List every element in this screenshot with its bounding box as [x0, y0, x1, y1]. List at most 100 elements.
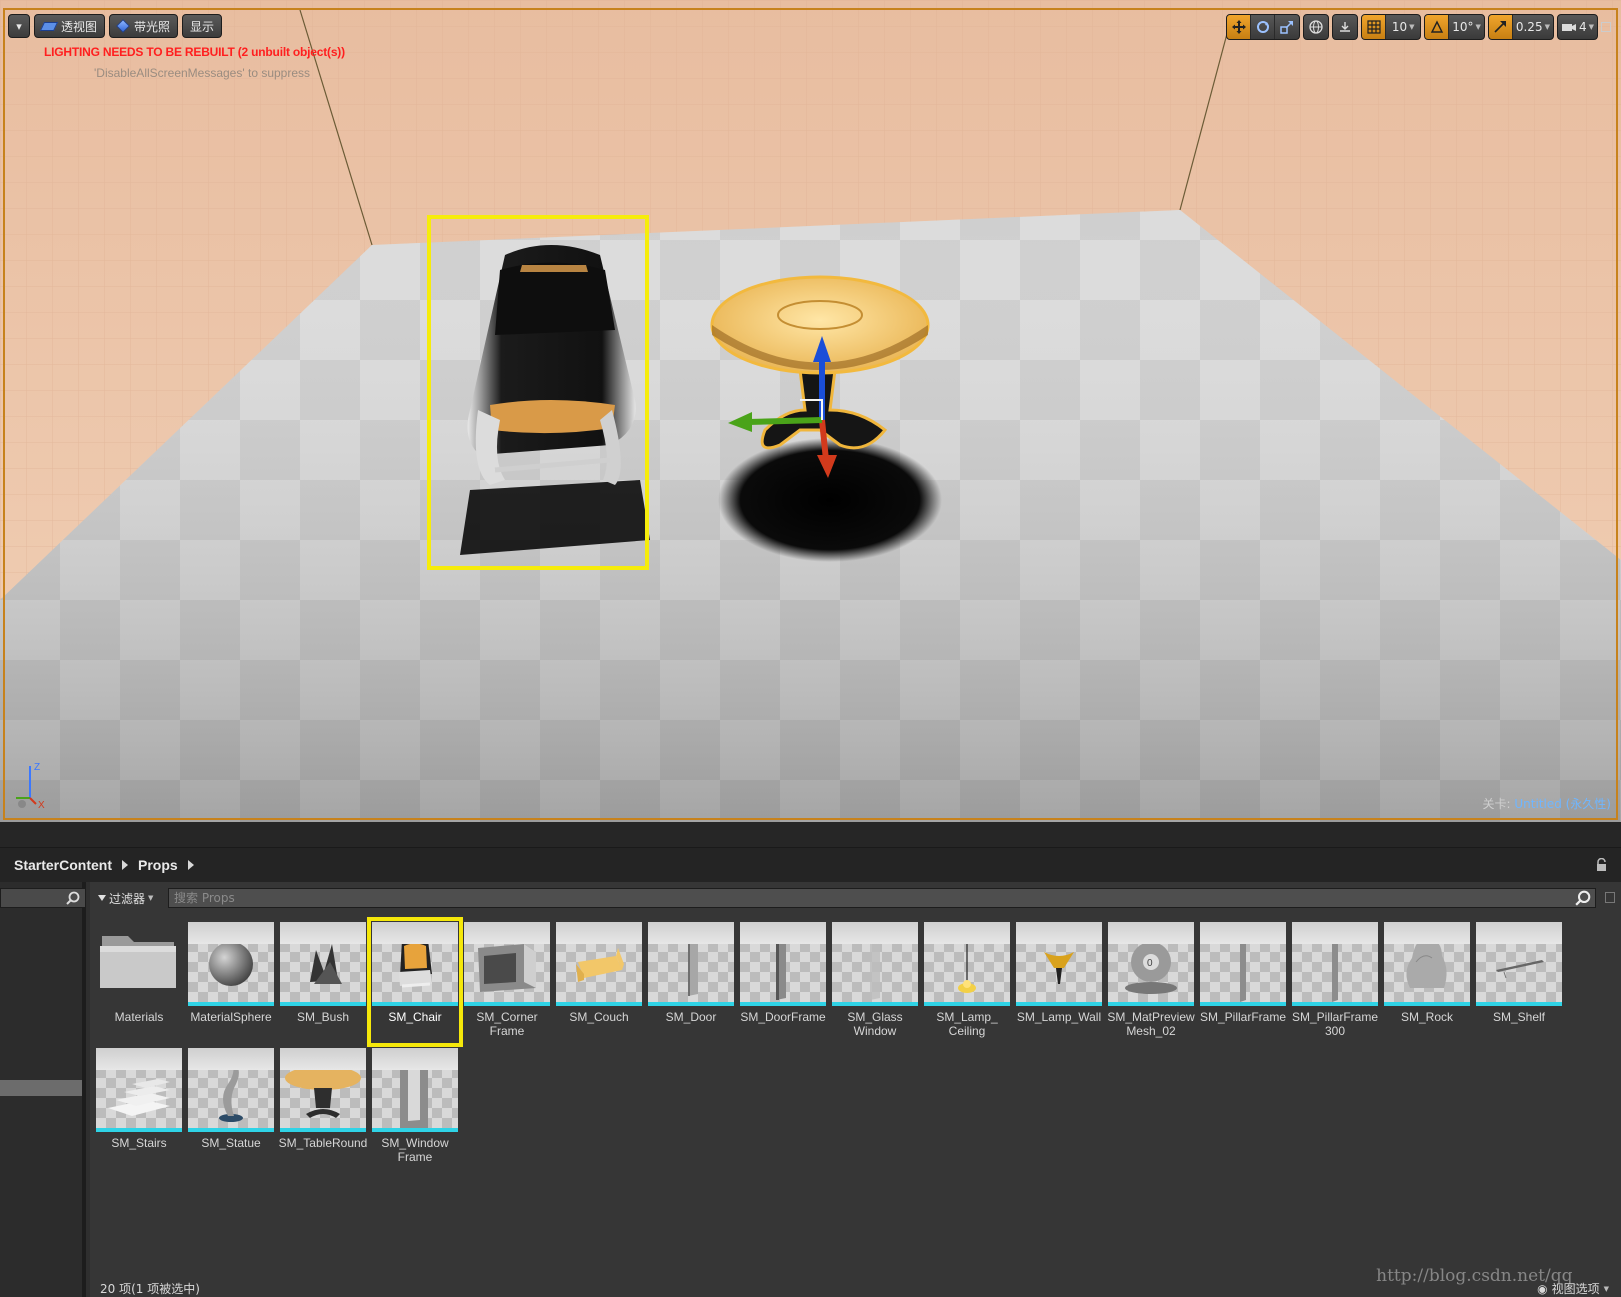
asset-type-color-bar	[924, 1002, 1010, 1006]
content-browser: StarterContent Props 过滤器 ▼ 搜索 Props Mate…	[0, 822, 1621, 1297]
scale-snap-group: 0.25 ▼	[1487, 14, 1554, 40]
asset-name-label: SM_Bush	[296, 1010, 350, 1024]
chevron-down-icon: ▼	[1409, 23, 1415, 31]
asset-tile[interactable]: SM_PillarFrame 300	[1292, 922, 1378, 1046]
viewport-scene[interactable]	[0, 0, 1621, 822]
asset-thumbnail	[1292, 922, 1378, 1006]
asset-tile[interactable]: SM_Shelf	[1476, 922, 1562, 1046]
lighting-warning: LIGHTING NEEDS TO BE REBUILT (2 unbuilt …	[44, 45, 345, 59]
chevron-down-icon: ▼	[148, 894, 154, 902]
asset-name-label: SM_Shelf	[1492, 1010, 1546, 1024]
maximize-viewport-icon[interactable]	[1601, 22, 1611, 32]
asset-tile[interactable]: SM_Statue	[188, 1048, 274, 1172]
rotation-snap-value-dropdown[interactable]: 10° ▼	[1449, 15, 1484, 39]
scale-mode-button[interactable]	[1275, 15, 1299, 39]
asset-type-color-bar	[96, 1128, 182, 1132]
asset-name-label: SM_Lamp_Wall	[1016, 1010, 1102, 1024]
grid-snap-value-dropdown[interactable]: 10 ▼	[1386, 15, 1420, 39]
asset-tile[interactable]: SM_Chair	[367, 917, 463, 1047]
asset-type-color-bar	[372, 1002, 458, 1006]
asset-tile[interactable]: 0 SM_MatPreview Mesh_02	[1107, 922, 1195, 1046]
asset-search-input[interactable]: 搜索 Props	[168, 888, 1596, 908]
breadcrumb-item-startercontent[interactable]: StarterContent	[14, 857, 112, 873]
asset-tile[interactable]: SM_Glass Window	[832, 922, 918, 1046]
asset-name-label: SM_TableRound	[278, 1136, 368, 1150]
world-coordinates-button[interactable]	[1304, 15, 1328, 39]
chevron-down-icon: ▼	[1475, 23, 1481, 31]
folder-search-input[interactable]	[0, 888, 86, 908]
lit-cube-icon	[116, 19, 130, 33]
chevron-down-icon: ▼	[1588, 23, 1594, 31]
asset-name-label: SM_PillarFrame	[1199, 1010, 1286, 1024]
breadcrumb-item-props[interactable]: Props	[138, 857, 178, 873]
surface-snap-group	[1332, 14, 1359, 40]
viewport-toolbar-left: ▾ 透视图 带光照 显示	[8, 14, 223, 38]
asset-name-label: SM_MatPreview Mesh_02	[1107, 1010, 1195, 1038]
asset-type-color-bar	[1200, 1002, 1286, 1006]
perspective-label: 透视图	[61, 19, 98, 34]
show-button[interactable]: 显示	[182, 14, 223, 38]
asset-type-color-bar	[832, 1002, 918, 1006]
filter-button[interactable]: 过滤器 ▼	[98, 888, 153, 908]
rotate-icon	[1256, 21, 1269, 33]
folder-tile[interactable]: Materials	[96, 922, 182, 1046]
lit-mode-label: 带光照	[134, 19, 171, 34]
asset-tile[interactable]: SM_Lamp_Wall	[1016, 922, 1102, 1046]
save-search-icon[interactable]	[1605, 892, 1615, 903]
scale-snap-value-dropdown[interactable]: 0.25 ▼	[1513, 15, 1553, 39]
lock-icon[interactable]	[1596, 858, 1607, 872]
camera-speed-value: 4	[1578, 20, 1587, 34]
asset-tile[interactable]: SM_Bush	[280, 922, 366, 1046]
camera-speed-dropdown[interactable]: 4 ▼	[1558, 15, 1597, 39]
translate-mode-button[interactable]	[1227, 15, 1252, 39]
asset-tile[interactable]: SM_Lamp_ Ceiling	[924, 922, 1010, 1046]
asset-tile[interactable]: SM_Corner Frame	[464, 922, 550, 1046]
breadcrumb-arrow-icon[interactable]	[122, 860, 129, 870]
asset-tile[interactable]: SM_Stairs	[96, 1048, 182, 1172]
asset-tile[interactable]: SM_Rock	[1384, 922, 1470, 1046]
rotation-snap-toggle[interactable]	[1425, 15, 1450, 39]
level-viewport[interactable]: ▾ 透视图 带光照 显示 10 ▼ 10° ▼ 0.25 ▼ 4 ▼ LIGHT…	[0, 0, 1621, 822]
asset-thumbnail	[280, 1048, 366, 1132]
asset-type-color-bar	[188, 1128, 274, 1132]
content-browser-tab-strip	[0, 822, 1621, 848]
asset-type-color-bar	[280, 1128, 366, 1132]
rotation-snap-value: 10°	[1452, 20, 1474, 34]
asset-thumbnail	[556, 922, 642, 1006]
axis-x-label: X	[38, 800, 45, 810]
search-icon	[66, 891, 80, 905]
asset-tile[interactable]: SM_Couch	[556, 922, 642, 1046]
lit-mode-button[interactable]: 带光照	[109, 14, 179, 38]
asset-thumbnail	[1016, 922, 1102, 1006]
breadcrumb-arrow-icon[interactable]	[187, 860, 194, 870]
asset-tile[interactable]: MaterialSphere	[188, 922, 274, 1046]
scale-snap-icon	[1494, 21, 1507, 33]
asset-count-status: 20 项(1 项被选中)	[100, 1282, 200, 1296]
sources-panel	[0, 882, 86, 1297]
surface-snapping-button[interactable]	[1333, 15, 1357, 39]
viewport-options-button[interactable]: ▾	[8, 14, 30, 38]
asset-tile[interactable]: SM_Window Frame	[372, 1048, 458, 1172]
asset-name-label: SM_Lamp_ Ceiling	[936, 1010, 998, 1038]
folder-icon	[96, 922, 182, 1006]
asset-type-color-bar	[1292, 1002, 1378, 1006]
asset-thumbnail	[188, 1048, 274, 1132]
asset-thumbnail	[1476, 922, 1562, 1006]
asset-thumbnail	[740, 922, 826, 1006]
selected-folder-item[interactable]	[0, 1080, 82, 1096]
asset-thumbnail	[372, 1048, 458, 1132]
asset-tile[interactable]: SM_PillarFrame	[1200, 922, 1286, 1046]
scale-snap-toggle[interactable]	[1488, 15, 1513, 39]
asset-tile[interactable]: SM_TableRound	[279, 1048, 367, 1172]
perspective-button[interactable]: 透视图	[34, 14, 106, 38]
chevron-down-icon: ▾	[16, 19, 22, 33]
scale-snap-value: 0.25	[1515, 20, 1543, 34]
grid-snap-toggle[interactable]	[1362, 15, 1387, 39]
asset-thumbnail	[648, 922, 734, 1006]
asset-type-color-bar	[464, 1002, 550, 1006]
asset-name-label: SM_Window Frame	[381, 1136, 449, 1164]
asset-type-color-bar	[372, 1128, 458, 1132]
asset-tile[interactable]: SM_Door	[648, 922, 734, 1046]
rotate-mode-button[interactable]	[1251, 15, 1276, 39]
asset-tile[interactable]: SM_DoorFrame	[740, 922, 826, 1046]
